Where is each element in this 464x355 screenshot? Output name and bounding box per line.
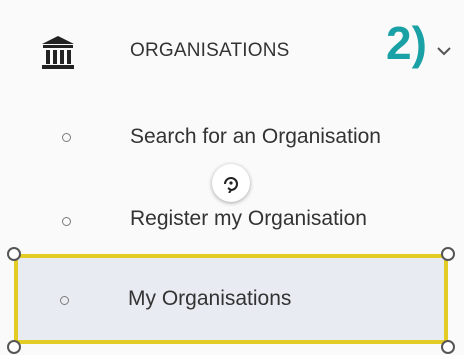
- bank-icon: [42, 36, 74, 69]
- rotate-icon: [224, 177, 238, 193]
- resize-handle-top-left[interactable]: [7, 247, 21, 261]
- resize-handle-top-right[interactable]: [441, 247, 455, 261]
- resize-handle-bottom-left[interactable]: [7, 340, 21, 354]
- menu-item-label: Search for an Organisation: [130, 125, 381, 148]
- chevron-down-icon[interactable]: [437, 46, 451, 56]
- organisations-menu-panel: ORGANISATIONS 2) Search for an Organisat…: [0, 0, 464, 355]
- bullet-icon: [60, 296, 69, 305]
- menu-item-search-organisation[interactable]: Search for an Organisation: [0, 100, 464, 172]
- bullet-icon: [62, 217, 71, 226]
- bullet-icon: [62, 133, 71, 142]
- menu-item-label: Register my Organisation: [130, 207, 367, 230]
- menu-item-label: My Organisations: [128, 287, 292, 310]
- rotate-handle-button[interactable]: [212, 164, 250, 202]
- menu-item-my-organisations[interactable]: My Organisations: [14, 254, 448, 344]
- organisations-header-label: ORGANISATIONS: [130, 40, 290, 61]
- step-annotation-label: 2): [386, 17, 427, 69]
- organisations-menu-header[interactable]: ORGANISATIONS 2): [0, 0, 464, 104]
- resize-handle-bottom-right[interactable]: [441, 340, 455, 354]
